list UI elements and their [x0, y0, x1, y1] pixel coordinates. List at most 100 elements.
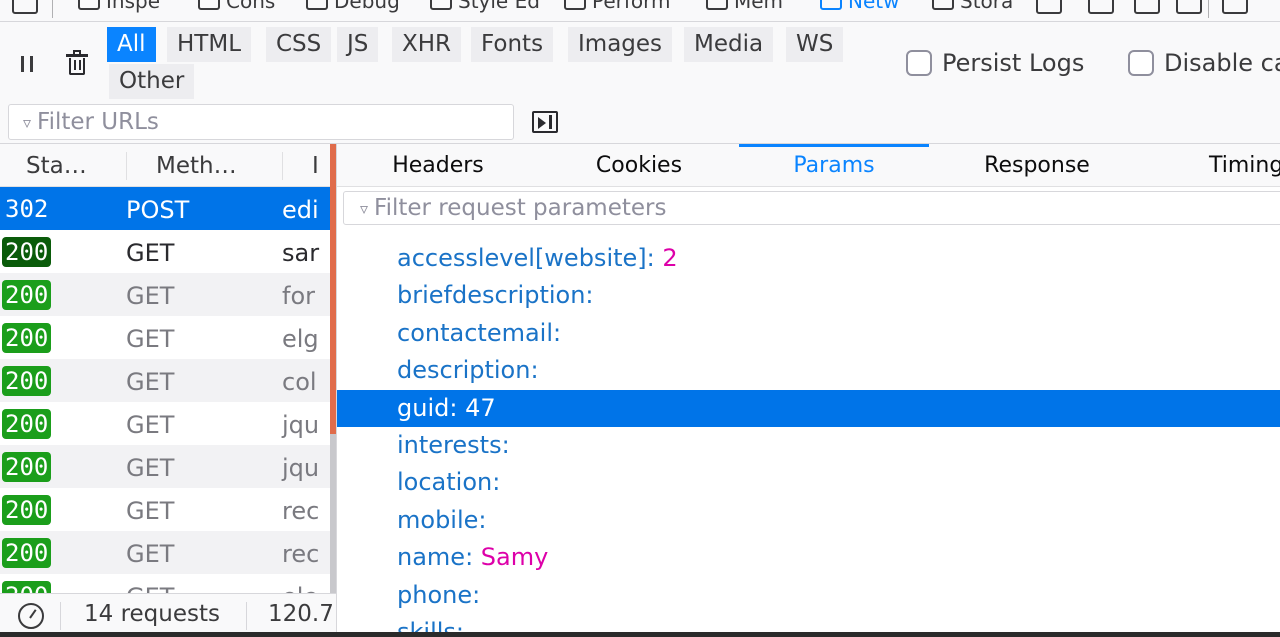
filter-type-xhr[interactable]: XHR [392, 27, 462, 62]
column-separator[interactable] [282, 152, 283, 180]
request-count: 14 requests [84, 601, 220, 627]
checkbox-box[interactable] [1128, 50, 1154, 76]
param-row[interactable]: accesslevel[website]: 2 [337, 240, 1280, 277]
param-filter-placeholder: Filter request parameters [374, 195, 667, 221]
param-row[interactable]: briefdescription: [337, 277, 1280, 314]
toolbox-tab-label: Stora [960, 0, 1014, 13]
tab-cookies[interactable]: Cookies [539, 144, 739, 187]
toggle-details-panel-icon[interactable] [532, 111, 558, 133]
request-row[interactable]: 200 GET sar [0, 230, 330, 273]
request-list-header: Sta… Meth… I [0, 144, 330, 187]
param-key: phone: [397, 580, 481, 609]
filter-type-other[interactable]: Other [109, 64, 195, 99]
debugger-icon [306, 0, 328, 10]
toolbox-tab-label: Inspe [106, 0, 160, 13]
toolbox-tab-label: Perform [592, 0, 671, 13]
request-method: GET [126, 540, 175, 568]
column-header-status[interactable]: Sta… [26, 153, 87, 179]
param-row[interactable]: interests: [337, 427, 1280, 464]
toolbox-tab-inspector[interactable]: Inspe [78, 0, 160, 13]
param-key: briefdescription: [397, 281, 594, 310]
request-row[interactable]: 302 POST edi [0, 187, 330, 230]
request-file: sar [282, 239, 320, 267]
toolbox-tab-performance[interactable]: Perform [564, 0, 671, 13]
request-file: jqu [282, 411, 320, 439]
column-header-method[interactable]: Meth… [156, 153, 237, 179]
request-row[interactable]: 200 GET jqu [0, 445, 330, 488]
tab-headers[interactable]: Headers [337, 144, 539, 187]
request-file: elg [282, 325, 319, 353]
params-list: accesslevel[website]: 2 briefdescription:… [337, 228, 1280, 637]
element-picker-icon[interactable] [12, 0, 38, 14]
persist-logs-checkbox[interactable]: Persist Logs [906, 49, 1084, 77]
network-filter-toolbar: All HTML CSS JS XHR Fonts Images Media W… [0, 22, 1280, 100]
filter-type-ws[interactable]: WS [786, 27, 844, 62]
transferred-size: 120.7 [268, 601, 334, 627]
request-row[interactable]: 200 GET for [0, 273, 330, 316]
status-badge: 200 [2, 538, 52, 568]
column-header-file[interactable]: I [312, 153, 319, 179]
status-badge: 200 [2, 495, 52, 525]
tab-timings[interactable]: Timings [1209, 144, 1280, 187]
performance-analysis-icon[interactable] [18, 603, 44, 629]
responsive-design-icon[interactable] [1036, 0, 1062, 14]
request-row[interactable]: 200 GET ele [0, 574, 330, 593]
toolbox-tab-network[interactable]: Netw [820, 0, 899, 13]
filter-type-js[interactable]: JS [337, 27, 379, 62]
pause-icon[interactable] [20, 56, 34, 72]
param-row[interactable]: mobile: [337, 502, 1280, 539]
toolbar-separator [52, 0, 53, 18]
param-row[interactable]: name: Samy [337, 539, 1280, 576]
request-method: GET [126, 497, 175, 525]
trash-icon[interactable] [66, 50, 88, 76]
request-row[interactable]: 200 GET elg [0, 316, 330, 359]
param-value: 2 [662, 244, 678, 272]
filter-funnel-icon: ▿ [360, 198, 369, 218]
request-file: ele [282, 583, 318, 593]
dock-side-icon[interactable] [1222, 0, 1248, 14]
request-list: Sta… Meth… I 302 POST edi 200 GET sar 200 GET fo… [0, 144, 330, 593]
param-row[interactable]: description: [337, 352, 1280, 389]
screenshot-icon[interactable] [1134, 0, 1160, 14]
param-value: 47 [465, 393, 496, 422]
toolbox-tab-style-editor[interactable]: Style Ed [430, 0, 540, 13]
inspector-icon [78, 0, 100, 10]
filter-type-html[interactable]: HTML [167, 27, 252, 62]
request-file: jqu [282, 454, 320, 482]
settings-gear-icon[interactable] [1176, 0, 1202, 14]
status-badge: 200 [2, 237, 52, 267]
toolbox-tab-label: Style Ed [458, 0, 540, 13]
disable-cache-checkbox[interactable]: Disable ca [1128, 49, 1280, 77]
url-filter-input[interactable]: ▿ Filter URLs [8, 104, 514, 140]
tab-response[interactable]: Response [937, 144, 1137, 187]
column-separator[interactable] [126, 152, 127, 180]
param-row[interactable]: guid: 47 [337, 389, 1280, 427]
param-row[interactable]: contactemail: [337, 315, 1280, 352]
request-row[interactable]: 200 GET jqu [0, 402, 330, 445]
toolbox-tab-storage[interactable]: Stora [932, 0, 1013, 13]
filter-type-images[interactable]: Images [568, 27, 673, 62]
filter-type-fonts[interactable]: Fonts [471, 27, 554, 62]
statusbar-separator [246, 602, 247, 630]
param-row[interactable]: location: [337, 464, 1280, 501]
scratchpad-icon[interactable] [1088, 0, 1114, 14]
request-row[interactable]: 200 GET rec [0, 531, 330, 574]
filter-type-media[interactable]: Media [684, 27, 774, 62]
request-file: for [282, 282, 315, 310]
performance-icon [564, 0, 586, 10]
param-value: Samy [480, 543, 549, 572]
request-row[interactable]: 200 GET col [0, 359, 330, 402]
request-row[interactable]: 200 GET rec [0, 488, 330, 531]
url-filter-row: ▿ Filter URLs [0, 100, 1280, 144]
param-filter-input[interactable]: ▿ Filter request parameters [343, 191, 1280, 225]
filter-type-all[interactable]: All [107, 27, 156, 62]
tab-params[interactable]: Params [739, 144, 929, 187]
checkbox-box[interactable] [906, 50, 932, 76]
filter-type-css[interactable]: CSS [266, 27, 332, 62]
toolbox-tab-debugger[interactable]: Debug [306, 0, 400, 13]
param-row[interactable]: phone: [337, 577, 1280, 614]
toolbar-separator [1208, 0, 1209, 18]
request-method: GET [126, 411, 175, 439]
toolbox-tab-memory[interactable]: Mem [706, 0, 783, 13]
toolbox-tab-console[interactable]: Cons [198, 0, 275, 13]
